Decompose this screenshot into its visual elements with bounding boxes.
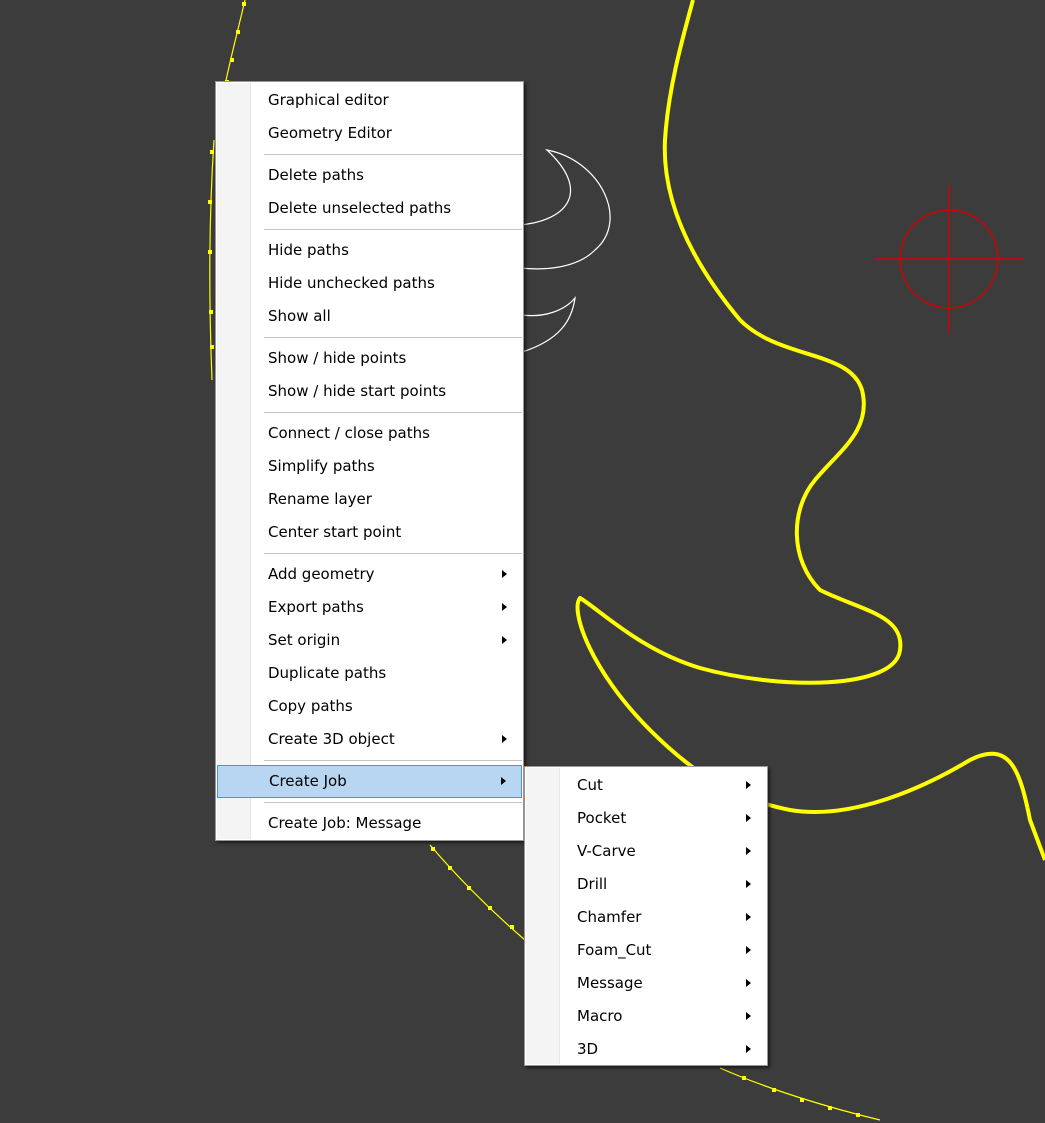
submenu-arrow-icon [501, 777, 506, 785]
menu-separator [264, 150, 522, 159]
menu-item-label: Hide unchecked paths [268, 274, 435, 292]
white-outline-shape[interactable] [519, 149, 611, 353]
submenu-arrow-icon [746, 979, 751, 987]
menu-item-create-3d-object[interactable]: Create 3D object [216, 723, 523, 756]
menu-item-label: Foam_Cut [577, 941, 652, 959]
submenu-arrow-icon [502, 636, 507, 644]
menu-item-create-job[interactable]: Create Job [217, 765, 522, 798]
menu-item-label: Macro [577, 1007, 623, 1025]
submenu-item-cut[interactable]: Cut [525, 769, 767, 802]
menu-item-label: Geometry Editor [268, 124, 392, 142]
menu-item-label: Export paths [268, 598, 364, 616]
menu-item-label: Duplicate paths [268, 664, 387, 682]
menu-item-label: Set origin [268, 631, 341, 649]
menu-item-label: Show / hide start points [268, 382, 447, 400]
submenu-item-drill[interactable]: Drill [525, 868, 767, 901]
menu-item-label: Pocket [577, 809, 627, 827]
menu-item-label: Cut [577, 776, 603, 794]
menu-item-show-all[interactable]: Show all [216, 300, 523, 333]
menu-item-label: Graphical editor [268, 91, 389, 109]
menu-item-label: Show / hide points [268, 349, 407, 367]
submenu-arrow-icon [746, 1045, 751, 1053]
menu-separator [264, 549, 522, 558]
menu-item-add-geometry[interactable]: Add geometry [216, 558, 523, 591]
submenu-item-message[interactable]: Message [525, 967, 767, 1000]
menu-item-label: Delete paths [268, 166, 364, 184]
submenu-item-chamfer[interactable]: Chamfer [525, 901, 767, 934]
menu-item-label: 3D [577, 1040, 599, 1058]
menu-item-label: Simplify paths [268, 457, 375, 475]
menu-item-show-hide-points[interactable]: Show / hide points [216, 342, 523, 375]
menu-item-label: Hide paths [268, 241, 349, 259]
menu-item-label: Show all [268, 307, 331, 325]
submenu-arrow-icon [502, 570, 507, 578]
submenu-arrow-icon [502, 735, 507, 743]
menu-item-label: Create Job: Message [268, 814, 422, 832]
submenu-arrow-icon [746, 946, 751, 954]
menu-item-rename-layer[interactable]: Rename layer [216, 483, 523, 516]
menu-separator [264, 756, 522, 765]
menu-item-label: V-Carve [577, 842, 636, 860]
submenu-item-foam-cut[interactable]: Foam_Cut [525, 934, 767, 967]
menu-item-create-job-message[interactable]: Create Job: Message [216, 807, 523, 840]
submenu-item-macro[interactable]: Macro [525, 1000, 767, 1033]
submenu-arrow-icon [746, 913, 751, 921]
menu-item-hide-paths[interactable]: Hide paths [216, 234, 523, 267]
menu-item-show-hide-start-points[interactable]: Show / hide start points [216, 375, 523, 408]
submenu-item-v-carve[interactable]: V-Carve [525, 835, 767, 868]
submenu-arrow-icon [746, 847, 751, 855]
menu-item-connect-close-paths[interactable]: Connect / close paths [216, 417, 523, 450]
submenu-arrow-icon [746, 1012, 751, 1020]
submenu-arrow-icon [746, 814, 751, 822]
menu-item-simplify-paths[interactable]: Simplify paths [216, 450, 523, 483]
menu-item-label: Create 3D object [268, 730, 395, 748]
menu-item-copy-paths[interactable]: Copy paths [216, 690, 523, 723]
menu-item-label: Center start point [268, 523, 402, 541]
menu-item-label: Connect / close paths [268, 424, 430, 442]
menu-item-label: Rename layer [268, 490, 372, 508]
menu-separator [264, 798, 522, 807]
menu-separator [264, 408, 522, 417]
menu-item-label: Drill [577, 875, 608, 893]
submenu-arrow-icon [502, 603, 507, 611]
menu-item-label: Create Job [269, 772, 347, 790]
menu-item-set-origin[interactable]: Set origin [216, 624, 523, 657]
menu-item-graphical-editor[interactable]: Graphical editor [216, 84, 523, 117]
menu-separator [264, 225, 522, 234]
menu-item-label: Delete unselected paths [268, 199, 452, 217]
menu-item-label: Copy paths [268, 697, 353, 715]
menu-item-export-paths[interactable]: Export paths [216, 591, 523, 624]
origin-crosshair-icon[interactable] [875, 185, 1023, 333]
submenu-item-pocket[interactable]: Pocket [525, 802, 767, 835]
menu-separator [264, 333, 522, 342]
create-job-submenu: Cut Pocket V-Carve Drill Chamfer Foam_Cut Mess… [524, 766, 768, 1066]
submenu-arrow-icon [746, 880, 751, 888]
menu-item-delete-paths[interactable]: Delete paths [216, 159, 523, 192]
menu-item-delete-unselected-paths[interactable]: Delete unselected paths [216, 192, 523, 225]
menu-item-center-start-point[interactable]: Center start point [216, 516, 523, 549]
submenu-arrow-icon [746, 781, 751, 789]
menu-item-label: Add geometry [268, 565, 375, 583]
context-menu: Graphical editor Geometry Editor Delete pa… [215, 81, 524, 841]
menu-item-geometry-editor[interactable]: Geometry Editor [216, 117, 523, 150]
menu-item-hide-unchecked-paths[interactable]: Hide unchecked paths [216, 267, 523, 300]
selected-yellow-path[interactable] [575, 0, 1045, 861]
menu-item-label: Message [577, 974, 643, 992]
menu-item-label: Chamfer [577, 908, 642, 926]
submenu-item-3d[interactable]: 3D [525, 1033, 767, 1066]
menu-item-duplicate-paths[interactable]: Duplicate paths [216, 657, 523, 690]
